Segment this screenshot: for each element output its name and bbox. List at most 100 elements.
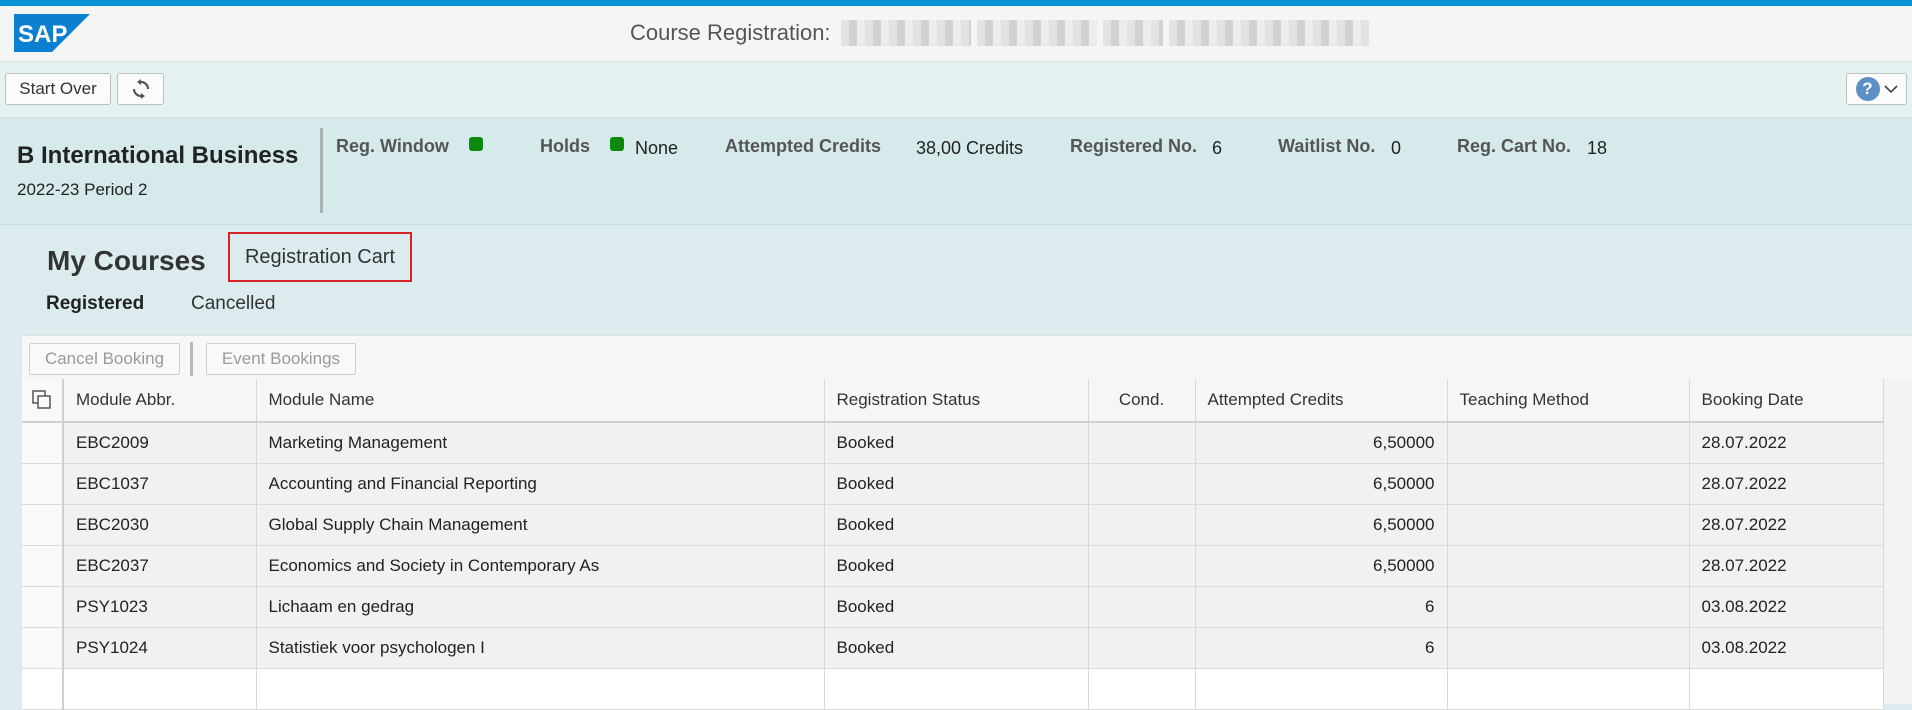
program-title: B International Business <box>17 142 299 169</box>
cell-registration-status: Booked <box>824 627 1089 669</box>
courses-header: My Courses Registration Cart Registered … <box>0 225 1912 335</box>
cancel-booking-button[interactable]: Cancel Booking <box>29 343 180 375</box>
table-row[interactable]: EBC1037 Accounting and Financial Reporti… <box>22 463 1884 505</box>
cell-attempted-credits: 6,50000 <box>1195 545 1448 587</box>
shell-bar: SAP Course Registration: <box>0 6 1912 62</box>
cell-module-name: Global Supply Chain Management <box>256 504 825 546</box>
table-row[interactable]: EBC2037 Economics and Society in Contemp… <box>22 545 1884 587</box>
empty-cell <box>1195 668 1448 710</box>
registration-cart-tab[interactable]: Registration Cart <box>228 232 412 282</box>
cell-booking-date: 28.07.2022 <box>1689 545 1884 587</box>
cell-module-abbr: EBC1037 <box>63 463 257 505</box>
attempted-credits-value: 38,00 Credits <box>916 138 1024 158</box>
waitlist-no-label: Waitlist No. <box>1278 136 1376 156</box>
cell-teaching-method <box>1447 545 1690 587</box>
refresh-button[interactable] <box>117 73 164 105</box>
reg-window-label: Reg. Window <box>336 136 449 156</box>
column-header-module-name[interactable]: Module Name <box>256 379 825 423</box>
table-row[interactable]: PSY1024 Statistiek voor psychologen I Bo… <box>22 627 1884 669</box>
waitlist-no-value: 0 <box>1391 138 1402 158</box>
cell-module-name: Economics and Society in Contemporary As <box>256 545 825 587</box>
cell-teaching-method <box>1447 463 1690 505</box>
attempted-credits-label: Attempted Credits <box>725 136 882 156</box>
cell-cond <box>1088 545 1196 587</box>
cell-module-abbr: EBC2037 <box>63 545 257 587</box>
cell-attempted-credits: 6,50000 <box>1195 463 1448 505</box>
my-courses-title[interactable]: My Courses <box>47 245 206 277</box>
chevron-down-icon <box>1883 85 1898 94</box>
table-row[interactable]: EBC2009 Marketing Management Booked 6,50… <box>22 422 1884 464</box>
program-header: B International Business 2022-23 Period … <box>0 118 1912 225</box>
cell-module-name: Lichaam en gedrag <box>256 586 825 628</box>
empty-cell <box>256 668 825 710</box>
table-header-row: Module Abbr. Module Name Registration St… <box>22 379 1884 423</box>
cell-teaching-method <box>1447 504 1690 546</box>
select-all-cell[interactable] <box>22 379 64 423</box>
tab-cancelled[interactable]: Cancelled <box>191 293 276 315</box>
cell-registration-status: Booked <box>824 463 1089 505</box>
cell-module-abbr: EBC2009 <box>63 422 257 464</box>
start-over-button[interactable]: Start Over <box>5 73 111 105</box>
cell-teaching-method <box>1447 422 1690 464</box>
cell-module-abbr: PSY1024 <box>63 627 257 669</box>
reg-cart-no-value: 18 <box>1587 138 1608 158</box>
cell-module-abbr: PSY1023 <box>63 586 257 628</box>
app-toolbar: Start Over ? <box>0 62 1912 118</box>
reg-window-indicator <box>469 137 483 151</box>
holds-label: Holds <box>540 136 591 156</box>
tab-registered[interactable]: Registered <box>46 293 144 315</box>
cell-cond <box>1088 422 1196 464</box>
sap-logo: SAP <box>14 14 90 52</box>
cell-attempted-credits: 6 <box>1195 586 1448 628</box>
shell-title-text: Course Registration: <box>630 20 831 45</box>
header-divider <box>320 128 323 213</box>
table-row[interactable]: EBC2030 Global Supply Chain Management B… <box>22 504 1884 546</box>
cell-registration-status: Booked <box>824 504 1089 546</box>
empty-cell <box>63 668 257 710</box>
select-all-icon <box>32 390 51 409</box>
cell-booking-date: 03.08.2022 <box>1689 627 1884 669</box>
shell-title: Course Registration: <box>630 19 1369 47</box>
empty-cell <box>824 668 1089 710</box>
cell-cond <box>1088 627 1196 669</box>
cell-booking-date: 28.07.2022 <box>1689 504 1884 546</box>
table-row[interactable]: PSY1023 Lichaam en gedrag Booked 6 03.08… <box>22 586 1884 628</box>
cell-attempted-credits: 6,50000 <box>1195 422 1448 464</box>
row-selector[interactable] <box>22 586 64 628</box>
row-selector[interactable] <box>22 627 64 669</box>
cell-attempted-credits: 6,50000 <box>1195 504 1448 546</box>
column-header-booking-date[interactable]: Booking Date <box>1689 379 1884 423</box>
cell-cond <box>1088 463 1196 505</box>
cell-teaching-method <box>1447 627 1690 669</box>
reg-cart-no-label: Reg. Cart No. <box>1457 136 1572 156</box>
refresh-icon <box>132 79 149 99</box>
column-header-cond[interactable]: Cond. <box>1088 379 1196 423</box>
cell-module-abbr: EBC2030 <box>63 504 257 546</box>
cell-module-name: Accounting and Financial Reporting <box>256 463 825 505</box>
event-bookings-button[interactable]: Event Bookings <box>206 343 356 375</box>
row-selector[interactable] <box>22 422 64 464</box>
row-selector[interactable] <box>22 463 64 505</box>
cell-registration-status: Booked <box>824 545 1089 587</box>
cell-teaching-method <box>1447 586 1690 628</box>
redacted-student-info <box>840 19 1369 47</box>
column-header-attempted-credits[interactable]: Attempted Credits <box>1195 379 1448 423</box>
table-toolbar: Cancel Booking Event Bookings <box>22 336 1912 378</box>
registered-no-value: 6 <box>1212 138 1223 158</box>
column-header-registration-status[interactable]: Registration Status <box>824 379 1089 423</box>
column-header-teaching-method[interactable]: Teaching Method <box>1447 379 1690 423</box>
help-icon: ? <box>1855 77 1880 101</box>
courses-table-panel: Cancel Booking Event Bookings Module Abb… <box>22 335 1912 710</box>
column-header-module-abbr[interactable]: Module Abbr. <box>63 379 257 423</box>
row-selector[interactable] <box>22 504 64 546</box>
holds-indicator <box>610 137 624 151</box>
holds-value: None <box>635 138 679 158</box>
cell-booking-date: 28.07.2022 <box>1689 422 1884 464</box>
program-period: 2022-23 Period 2 <box>17 180 148 199</box>
row-selector <box>22 668 64 710</box>
toolbar-separator <box>190 342 193 376</box>
cell-registration-status: Booked <box>824 586 1089 628</box>
help-button[interactable]: ? <box>1846 73 1907 105</box>
row-selector[interactable] <box>22 545 64 587</box>
registered-no-label: Registered No. <box>1070 136 1198 156</box>
